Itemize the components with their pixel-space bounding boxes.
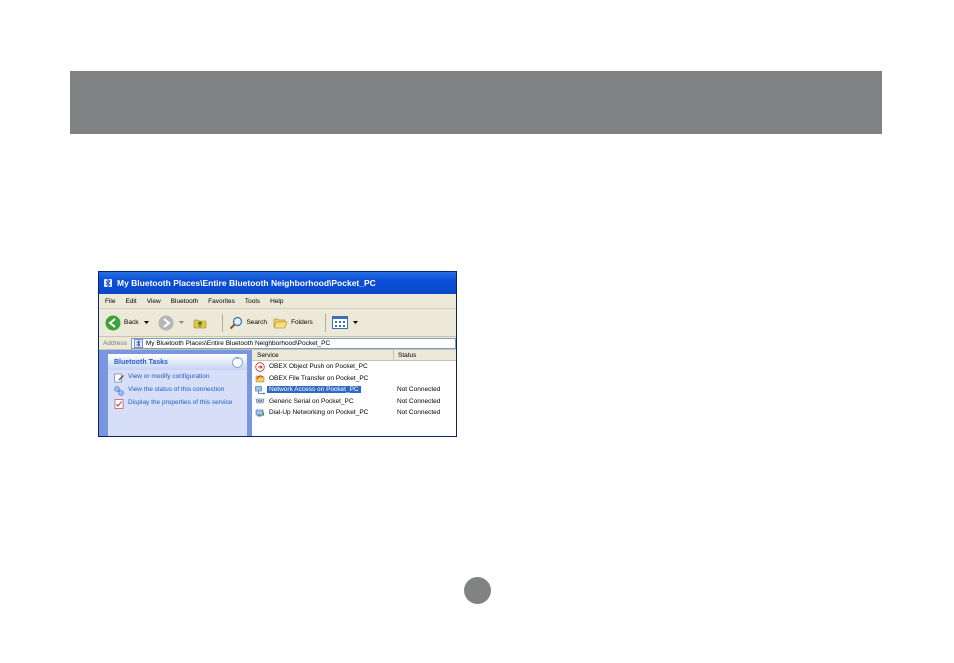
- list-item[interactable]: OBEX Object Push on Pocket_PC: [252, 361, 456, 373]
- back-dropdown[interactable]: [144, 320, 152, 325]
- toolbar-separator: [324, 313, 326, 332]
- service-status: Not Connected: [397, 386, 441, 394]
- bluetooth-tasks-title: Bluetooth Tasks: [114, 358, 168, 366]
- task-label: View or modify configuration: [128, 373, 210, 380]
- task-label: View the status of this connection: [128, 386, 225, 393]
- up-folder-button[interactable]: [193, 316, 210, 330]
- search-label: Search: [246, 319, 268, 326]
- dialup-icon: [255, 409, 264, 417]
- folders-button[interactable]: Folders: [273, 316, 313, 330]
- forward-arrow-icon: [158, 315, 174, 330]
- task-display-service-properties[interactable]: Display the properties of this service: [108, 396, 247, 409]
- views-button[interactable]: [331, 316, 361, 329]
- menu-view[interactable]: View: [147, 298, 161, 305]
- window-title: My Bluetooth Places\Entire Bluetooth Nei…: [117, 278, 376, 288]
- folders-label: Folders: [291, 319, 313, 326]
- service-name: Generic Serial on Pocket_PC: [269, 397, 354, 405]
- column-header-status[interactable]: Status: [394, 352, 416, 359]
- menu-bar: File Edit View Bluetooth Favorites Tools…: [99, 294, 456, 309]
- menu-bluetooth[interactable]: Bluetooth: [171, 298, 198, 305]
- bluetooth-window-icon: [104, 278, 112, 288]
- task-view-connection-status[interactable]: View the status of this connection: [108, 383, 247, 396]
- menu-tools[interactable]: Tools: [245, 298, 260, 305]
- views-icon: [331, 316, 348, 329]
- column-header-service[interactable]: Service: [252, 350, 394, 360]
- window-content: Bluetooth Tasks ˆ View or modify configu…: [99, 350, 456, 436]
- address-input[interactable]: My Bluetooth Places\Entire Bluetooth Nei…: [130, 337, 456, 349]
- task-label: Display the properties of this service: [128, 399, 233, 406]
- search-icon: [230, 316, 243, 329]
- address-label: Address: [103, 339, 127, 347]
- configure-icon: [114, 373, 124, 383]
- menu-edit[interactable]: Edit: [125, 298, 136, 305]
- service-name: OBEX File Transfer on Pocket_PC: [269, 374, 369, 382]
- window-titlebar[interactable]: My Bluetooth Places\Entire Bluetooth Nei…: [99, 272, 456, 294]
- address-bar: Address My Bluetooth Places\Entire Bluet…: [99, 337, 456, 350]
- bluetooth-places-icon: [134, 338, 143, 348]
- toolbar-separator: [222, 313, 224, 332]
- list-item[interactable]: Generic Serial on Pocket_PC Not Connecte…: [252, 396, 456, 408]
- list-item-selected[interactable]: Network Access on Pocket_PC Not Connecte…: [252, 384, 456, 396]
- chevron-down-icon: [144, 320, 150, 324]
- list-item[interactable]: OBEX File Transfer on Pocket_PC: [252, 373, 456, 385]
- list-header: Service Status: [252, 350, 456, 361]
- task-view-modify-configuration[interactable]: View or modify configuration: [108, 370, 247, 383]
- page-number-badge: [464, 577, 491, 604]
- service-status: Not Connected: [397, 397, 441, 405]
- forward-button[interactable]: [158, 315, 187, 331]
- page-header-bar: [70, 71, 882, 134]
- service-name: OBEX Object Push on Pocket_PC: [269, 363, 368, 371]
- menu-file[interactable]: File: [105, 298, 115, 305]
- obex-push-icon: [255, 362, 265, 372]
- chevron-down-icon: [179, 320, 185, 324]
- folders-icon: [273, 318, 288, 328]
- service-name: Network Access on Pocket_PC: [267, 386, 361, 394]
- address-value: My Bluetooth Places\Entire Bluetooth Nei…: [145, 339, 331, 347]
- service-status: Not Connected: [397, 409, 441, 417]
- list-item[interactable]: Dial-Up Networking on Pocket_PC Not Conn…: [252, 407, 456, 419]
- menu-help[interactable]: Help: [270, 298, 283, 305]
- obex-file-icon: [255, 375, 265, 383]
- back-arrow-icon: [105, 315, 121, 330]
- back-button[interactable]: Back: [105, 315, 138, 331]
- bluetooth-tasks-panel: Bluetooth Tasks ˆ View or modify configu…: [108, 354, 247, 436]
- status-icon: [114, 386, 124, 396]
- up-folder-icon: [194, 319, 207, 328]
- task-pane: Bluetooth Tasks ˆ View or modify configu…: [99, 350, 252, 436]
- bluetooth-tasks-header[interactable]: Bluetooth Tasks ˆ: [108, 354, 247, 370]
- toolbar: Back Search Folders: [99, 309, 456, 337]
- properties-icon: [114, 399, 124, 409]
- serial-icon: [255, 398, 265, 404]
- service-name: Dial-Up Networking on Pocket_PC: [269, 409, 369, 417]
- network-access-icon: [255, 385, 265, 395]
- explorer-window: My Bluetooth Places\Entire Bluetooth Nei…: [98, 271, 457, 437]
- collapse-chevron-icon[interactable]: ˆ: [232, 356, 243, 368]
- menu-favorites[interactable]: Favorites: [208, 298, 235, 305]
- services-list: Service Status OBEX Object Push on Pocke…: [252, 350, 456, 436]
- chevron-down-icon: [352, 320, 358, 324]
- search-button[interactable]: Search: [229, 316, 267, 330]
- back-label: Back: [124, 319, 139, 326]
